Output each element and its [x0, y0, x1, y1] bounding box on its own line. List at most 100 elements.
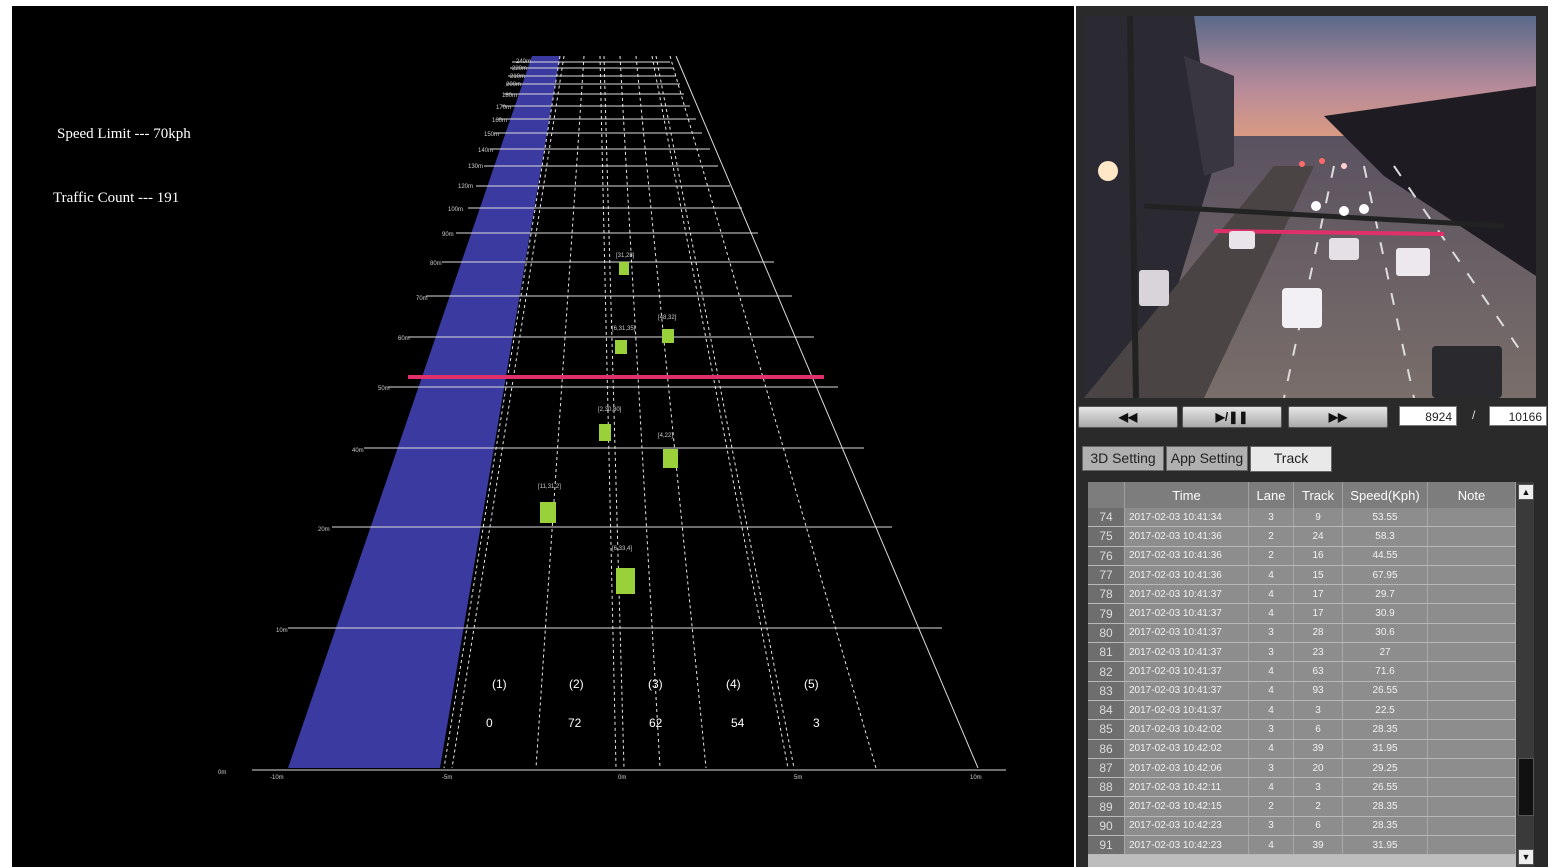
scroll-thumb[interactable] [1518, 758, 1534, 816]
cell-time: 2017-02-03 10:41:37 [1124, 623, 1249, 644]
svg-text:[2,30,80]: [2,30,80] [598, 407, 622, 413]
svg-text:140m: 140m [478, 148, 493, 154]
frame-separator: / [1472, 408, 1476, 422]
playback-controls: ◀◀ ▶/❚❚ ▶▶ 8924 / 10166 [1076, 404, 1548, 430]
cell-track: 3 [1293, 777, 1343, 798]
cell-index: 74 [1088, 508, 1125, 528]
table-row[interactable]: 82 2017-02-03 10:41:37 4 63 71.6 [1088, 661, 1516, 682]
svg-text:-5m: -5m [442, 775, 452, 781]
cell-time: 2017-02-03 10:42:11 [1124, 777, 1249, 798]
tab-3d-setting[interactable]: 3D Setting [1082, 446, 1164, 471]
table-row[interactable]: 91 2017-02-03 10:42:23 4 39 31.95 [1088, 835, 1516, 856]
play-pause-button[interactable]: ▶/❚❚ [1182, 406, 1282, 428]
cell-track: 3 [1293, 700, 1343, 721]
fast-forward-button[interactable]: ▶▶ [1288, 406, 1388, 428]
lane-count-1: 0 [486, 716, 493, 730]
table-row[interactable]: 87 2017-02-03 10:42:06 3 20 29.25 [1088, 758, 1516, 779]
table-row[interactable]: 81 2017-02-03 10:41:37 3 23 27 [1088, 642, 1516, 663]
cell-time: 2017-02-03 10:42:23 [1124, 835, 1249, 856]
cell-index: 86 [1088, 739, 1125, 759]
cell-track: 39 [1293, 835, 1343, 856]
road-edge-line [675, 55, 979, 769]
table-row[interactable]: 79 2017-02-03 10:41:37 4 17 30.9 [1088, 603, 1516, 624]
cell-speed: 58.3 [1342, 526, 1428, 547]
vehicle-marker [599, 424, 611, 441]
vehicle-tags: [31,28] [6,31,35] [48,32] [2,30,80] [4,22] [… [538, 253, 677, 552]
cell-speed: 30.6 [1342, 623, 1428, 644]
cell-lane: 4 [1248, 584, 1294, 605]
scroll-down-icon[interactable]: ▼ [1518, 849, 1534, 865]
cell-track: 2 [1293, 796, 1343, 817]
table-row[interactable]: 89 2017-02-03 10:42:15 2 2 28.35 [1088, 796, 1516, 817]
col-header-lane[interactable]: Lane [1248, 482, 1294, 508]
cell-lane: 3 [1248, 758, 1294, 779]
sidewalk-band [288, 56, 560, 768]
table-row[interactable]: 84 2017-02-03 10:41:37 4 3 22.5 [1088, 700, 1516, 721]
cell-lane: 4 [1248, 603, 1294, 624]
col-header-track[interactable]: Track [1293, 482, 1343, 508]
cell-lane: 4 [1248, 681, 1294, 701]
svg-text:180m: 180m [502, 93, 517, 99]
table-row[interactable]: 74 2017-02-03 10:41:34 3 9 53.55 [1088, 508, 1516, 528]
table-row[interactable]: 86 2017-02-03 10:42:02 4 39 31.95 [1088, 739, 1516, 759]
cell-track: 39 [1293, 739, 1343, 759]
camera-video-frame [1084, 16, 1536, 398]
cell-speed: 28.35 [1342, 816, 1428, 837]
table-row[interactable]: 75 2017-02-03 10:41:36 2 24 58.3 [1088, 526, 1516, 547]
cell-speed: 30.9 [1342, 603, 1428, 624]
side-panel: ◀◀ ▶/❚❚ ▶▶ 8924 / 10166 3D Setting App S… [1076, 6, 1548, 867]
table-row[interactable]: 76 2017-02-03 10:41:36 2 16 44.55 [1088, 546, 1516, 566]
cell-note [1427, 526, 1516, 547]
cell-speed: 27 [1342, 642, 1428, 663]
cell-lane: 2 [1248, 546, 1294, 566]
cell-lane: 3 [1248, 816, 1294, 837]
cell-note [1427, 546, 1516, 566]
cell-note [1427, 623, 1516, 644]
cell-index: 83 [1088, 681, 1125, 701]
svg-text:[6,33,4]: [6,33,4] [612, 546, 632, 552]
col-header-speed[interactable]: Speed(Kph) [1342, 482, 1428, 508]
table-row[interactable]: 77 2017-02-03 10:41:36 4 15 67.95 [1088, 565, 1516, 586]
current-frame-field[interactable]: 8924 [1399, 406, 1457, 426]
cell-speed: 53.55 [1342, 508, 1428, 528]
col-header-note[interactable]: Note [1427, 482, 1516, 508]
cell-index: 75 [1088, 526, 1125, 547]
table-row[interactable]: 85 2017-02-03 10:42:02 3 6 28.35 [1088, 719, 1516, 740]
col-header-time[interactable]: Time [1124, 482, 1249, 508]
cell-track: 9 [1293, 508, 1343, 528]
cell-lane: 3 [1248, 642, 1294, 663]
tab-app-setting[interactable]: App Setting [1166, 446, 1248, 471]
table-row[interactable]: 78 2017-02-03 10:41:37 4 17 29.7 [1088, 584, 1516, 605]
cell-time: 2017-02-03 10:41:37 [1124, 584, 1249, 605]
cell-index: 78 [1088, 584, 1125, 605]
col-header-index [1088, 482, 1125, 508]
cell-lane: 4 [1248, 739, 1294, 759]
cell-index: 90 [1088, 816, 1125, 837]
table-row[interactable]: 88 2017-02-03 10:42:11 4 3 26.55 [1088, 777, 1516, 798]
tab-track[interactable]: Track [1250, 446, 1332, 472]
scroll-up-icon[interactable]: ▲ [1518, 484, 1534, 500]
cell-lane: 4 [1248, 835, 1294, 856]
cell-speed: 22.5 [1342, 700, 1428, 721]
svg-text:10m: 10m [970, 775, 982, 781]
cell-speed: 31.95 [1342, 835, 1428, 856]
cell-note [1427, 816, 1516, 837]
table-row[interactable]: 90 2017-02-03 10:42:23 3 6 28.35 [1088, 816, 1516, 837]
table-row[interactable]: 80 2017-02-03 10:41:37 3 28 30.6 [1088, 623, 1516, 644]
table-row[interactable]: 83 2017-02-03 10:41:37 4 93 26.55 [1088, 681, 1516, 701]
svg-text:[31,28]: [31,28] [616, 253, 635, 259]
cell-lane: 3 [1248, 623, 1294, 644]
svg-text:80m: 80m [430, 261, 442, 267]
cell-track: 93 [1293, 681, 1343, 701]
cell-speed: 71.6 [1342, 661, 1428, 682]
cell-time: 2017-02-03 10:41:37 [1124, 681, 1249, 701]
cell-note [1427, 739, 1516, 759]
cell-index: 81 [1088, 642, 1125, 663]
cell-speed: 29.25 [1342, 758, 1428, 779]
track-table: Time Lane Track Speed(Kph) Note 74 2017-0… [1088, 482, 1534, 867]
cell-time: 2017-02-03 10:41:36 [1124, 546, 1249, 566]
rewind-button[interactable]: ◀◀ [1078, 406, 1178, 428]
cell-note [1427, 700, 1516, 721]
cell-track: 24 [1293, 526, 1343, 547]
table-scrollbar[interactable]: ▲ ▼ [1516, 482, 1534, 867]
